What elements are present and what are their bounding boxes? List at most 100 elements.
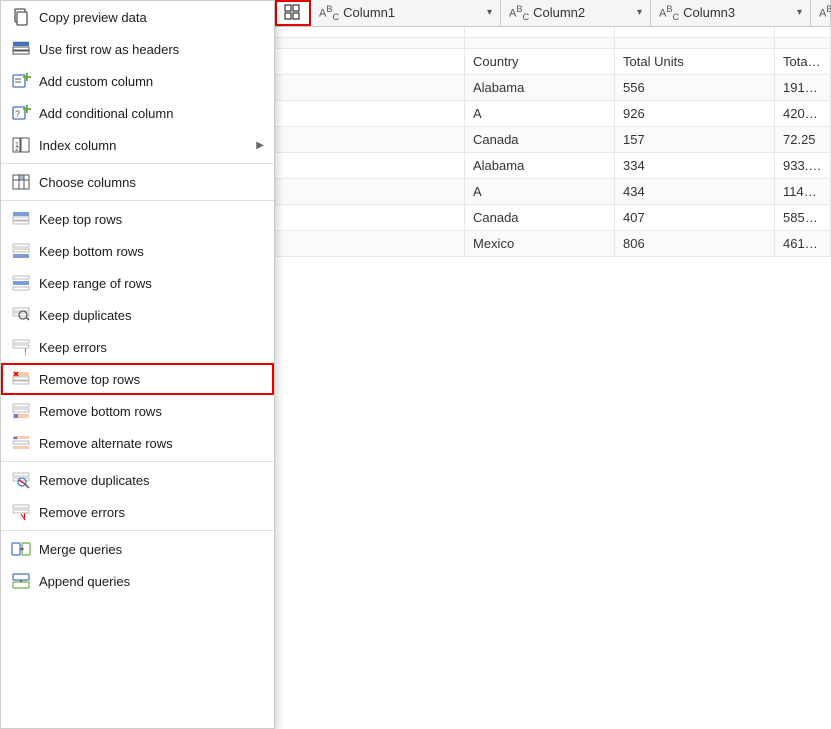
svg-text:2: 2: [15, 146, 19, 153]
menu-item-label-add-custom-col: Add custom column: [39, 74, 153, 89]
menu-item-remove-top-rows[interactable]: Remove top rows: [1, 363, 274, 395]
table-cell-r2-c1: Country: [465, 49, 615, 74]
table-cell-r5-c3: 72.25: [775, 127, 831, 152]
table-row: [275, 38, 831, 49]
table-cell-r5-c2: 157: [615, 127, 775, 152]
col-header-3[interactable]: ABC Column3 ▾: [651, 0, 811, 26]
menu-item-choose-columns[interactable]: Choose columns: [1, 166, 274, 198]
table-row: Mexico8064614.86: [275, 231, 831, 257]
col-name-1: Column1: [343, 5, 483, 20]
menu-item-keep-errors[interactable]: ! Keep errors: [1, 331, 274, 363]
col-header-4[interactable]: ABC Column4 ▾: [811, 0, 831, 26]
remove-dupes-icon: [11, 470, 31, 490]
table-cell-r1-c2: [615, 38, 775, 48]
table-cell-r6-c2: 334: [615, 153, 775, 178]
table-cell-r1-c0: [275, 38, 465, 48]
menu-item-label-keep-top-rows: Keep top rows: [39, 212, 122, 227]
table-cell-r0-c1: [465, 27, 615, 37]
table-cell-r2-c2: Total Units: [615, 49, 775, 74]
menu-item-keep-top-rows[interactable]: Keep top rows: [1, 203, 274, 235]
menu-item-remove-errors[interactable]: ! Remove errors: [1, 496, 274, 528]
table-cell-r8-c1: Canada: [465, 205, 615, 230]
table-cell-r3-c2: 556: [615, 75, 775, 100]
menu-item-index-column[interactable]: 12 Index column ▶: [1, 129, 274, 161]
table-area: ABC Column1 ▾ ABC Column2 ▾ ABC Column3 …: [275, 0, 831, 729]
table-cell-r0-c3: [775, 27, 831, 37]
menu-item-label-remove-alternate-rows: Remove alternate rows: [39, 436, 173, 451]
index-icon: 12: [11, 135, 31, 155]
menu-item-remove-bottom-rows[interactable]: Remove bottom rows: [1, 395, 274, 427]
menu-item-remove-alternate-rows[interactable]: Remove alternate rows: [1, 427, 274, 459]
menu-item-label-remove-errors: Remove errors: [39, 505, 125, 520]
choose-columns-icon: [11, 172, 31, 192]
table-row: A9264208.45: [275, 101, 831, 127]
table-cell-r4-c0: [275, 101, 465, 126]
table-cell-r1-c1: [465, 38, 615, 48]
table-cell-r4-c3: 4208.45: [775, 101, 831, 126]
table-cell-r6-c3: 933.44: [775, 153, 831, 178]
table-cell-r4-c1: A: [465, 101, 615, 126]
table-cell-r7-c3: 1142.87: [775, 179, 831, 204]
add-conditional-icon: ?: [11, 103, 31, 123]
menu-item-label-merge-queries: Merge queries: [39, 542, 122, 557]
menu-item-label-keep-errors: Keep errors: [39, 340, 107, 355]
menu-item-use-first-row[interactable]: Use first row as headers: [1, 33, 274, 65]
submenu-arrow-index-column: ▶: [256, 140, 264, 151]
table-cell-r8-c3: 5851.3: [775, 205, 831, 230]
menu-item-keep-bottom-rows[interactable]: Keep bottom rows: [1, 235, 274, 267]
table-cell-r8-c2: 407: [615, 205, 775, 230]
menu-item-label-keep-bottom-rows: Keep bottom rows: [39, 244, 144, 259]
menu-item-label-remove-top-rows: Remove top rows: [39, 372, 140, 387]
keep-bottom-icon: [11, 241, 31, 261]
keep-errors-icon: !: [11, 337, 31, 357]
menu-item-label-choose-columns: Choose columns: [39, 175, 136, 190]
table-row: Alabama5561917.35: [275, 75, 831, 101]
col-dropdown-3[interactable]: ▾: [797, 7, 802, 18]
table-cell-r9-c2: 806: [615, 231, 775, 256]
table-cell-r9-c1: Mexico: [465, 231, 615, 256]
col-header-1[interactable]: ABC Column1 ▾: [311, 0, 501, 26]
menu-item-add-custom-col[interactable]: Add custom column: [1, 65, 274, 97]
menu-item-keep-duplicates[interactable]: Keep duplicates: [1, 299, 274, 331]
menu-item-label-copy-preview: Copy preview data: [39, 10, 147, 25]
menu-item-label-append-queries: Append queries: [39, 574, 130, 589]
table-row: A4341142.87: [275, 179, 831, 205]
remove-alternate-icon: [11, 433, 31, 453]
col-header-2[interactable]: ABC Column2 ▾: [501, 0, 651, 26]
table-cell-r1-c3: [775, 38, 831, 48]
menu-item-merge-queries[interactable]: Merge queries: [1, 533, 274, 565]
keep-top-icon: [11, 209, 31, 229]
corner-grid-icon[interactable]: [275, 0, 311, 26]
table-cell-r5-c1: Canada: [465, 127, 615, 152]
menu-item-keep-range-rows[interactable]: Keep range of rows: [1, 267, 274, 299]
copy-icon: [11, 7, 31, 27]
table-body: CountryTotal UnitsTotal RevenueAlabama55…: [275, 27, 831, 729]
table-cell-r2-c3: Total Revenue: [775, 49, 831, 74]
menu-item-copy-preview[interactable]: Copy preview data: [1, 1, 274, 33]
col-dropdown-2[interactable]: ▾: [637, 7, 642, 18]
table-header: ABC Column1 ▾ ABC Column2 ▾ ABC Column3 …: [275, 0, 831, 27]
menu-item-add-conditional-col[interactable]: ? Add conditional column: [1, 97, 274, 129]
remove-errors-icon: !: [11, 502, 31, 522]
table-cell-r7-c1: A: [465, 179, 615, 204]
table-cell-r6-c1: Alabama: [465, 153, 615, 178]
use-first-row-icon: [11, 39, 31, 59]
svg-text:!: !: [24, 347, 27, 357]
table-cell-r5-c0: [275, 127, 465, 152]
menu-item-label-keep-duplicates: Keep duplicates: [39, 308, 132, 323]
col-dropdown-1[interactable]: ▾: [487, 7, 492, 18]
menu-item-label-remove-bottom-rows: Remove bottom rows: [39, 404, 162, 419]
menu-item-label-remove-duplicates: Remove duplicates: [39, 473, 150, 488]
table-cell-r4-c2: 926: [615, 101, 775, 126]
table-row: Canada4075851.3: [275, 205, 831, 231]
menu-item-label-add-conditional-col: Add conditional column: [39, 106, 173, 121]
menu-item-remove-duplicates[interactable]: Remove duplicates: [1, 464, 274, 496]
remove-bottom-icon: [11, 401, 31, 421]
add-custom-icon: [11, 71, 31, 91]
menu-item-append-queries[interactable]: Append queries: [1, 565, 274, 597]
col-type-icon-2: ABC: [509, 4, 529, 22]
menu-item-label-index-column: Index column: [39, 138, 116, 153]
merge-icon: [11, 539, 31, 559]
table-cell-r7-c2: 434: [615, 179, 775, 204]
menu-item-label-use-first-row: Use first row as headers: [39, 42, 179, 57]
